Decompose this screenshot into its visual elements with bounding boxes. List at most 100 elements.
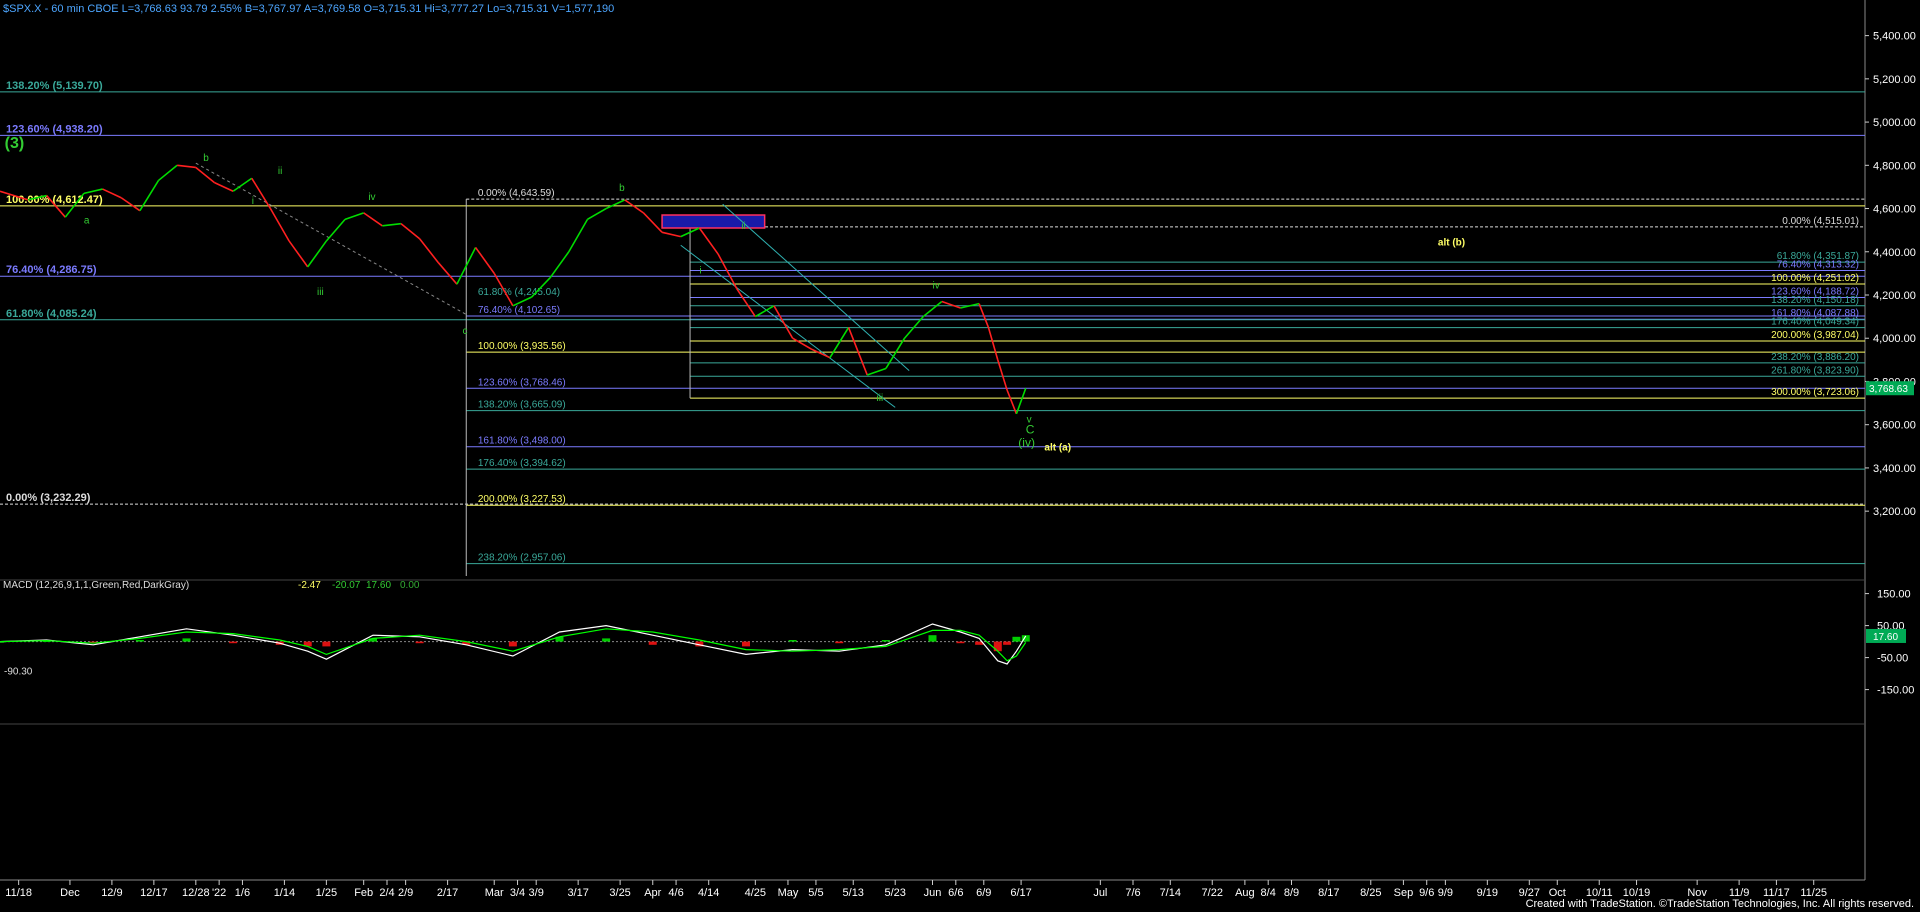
time-axis-tick-label: 5/5	[808, 887, 823, 899]
wave-label: ii	[741, 221, 745, 232]
fib-level-label: 300.00% (3,723.06)	[1771, 387, 1859, 398]
price-axis-tick-label: 4,600.00	[1873, 204, 1916, 216]
last-price-label: 3,768.63	[1869, 384, 1908, 395]
time-axis-tick-label: 1/25	[316, 887, 337, 899]
wave-label: alt (a)	[1044, 443, 1071, 454]
wave-label: a	[84, 216, 90, 227]
time-axis-tick-label: Feb	[354, 887, 373, 899]
channel-line-lower	[680, 244, 896, 408]
price-axis-tick-label: 4,400.00	[1873, 247, 1916, 259]
time-axis-tick-label: 4/14	[698, 887, 719, 899]
time-axis-tick-label: 8/4	[1261, 887, 1276, 899]
price-segment	[717, 253, 738, 289]
price-segment	[1015, 387, 1027, 415]
price-axis-tick-label: 4,200.00	[1873, 290, 1916, 302]
price-axis-tick-label: 4,800.00	[1873, 160, 1916, 172]
time-axis-tick-label: 6/17	[1010, 887, 1031, 899]
price-segment	[922, 300, 943, 318]
price-segment	[344, 212, 364, 221]
macd-title: MACD (12,26,9,1,1,Green,Red,DarkGray)	[3, 580, 189, 591]
time-axis-tick-label: 9/19	[1477, 887, 1498, 899]
time-axis-tick-label: Aug	[1235, 887, 1255, 899]
time-axis-tick-label: Jul	[1093, 887, 1107, 899]
trend-line-dashed	[195, 162, 467, 315]
fib-level-label: 123.60% (3,768.46)	[478, 377, 566, 388]
price-segment	[251, 177, 272, 209]
macd-axis-tick-label: 150.00	[1877, 589, 1911, 601]
time-axis-tick-label: 12/17	[140, 887, 168, 899]
spx-60min-chart[interactable]: 3,200.003,400.003,600.003,800.004,000.00…	[0, 0, 1920, 912]
fib-level-label: 0.00% (4,515.01)	[1782, 216, 1859, 227]
macd-histogram-bar	[415, 641, 424, 644]
time-axis-tick-label: 2/17	[437, 887, 458, 899]
fib-level-label: 138.20% (5,139.70)	[6, 80, 103, 92]
fib-level-label: 200.00% (3,227.53)	[478, 494, 566, 505]
price-segment	[941, 300, 961, 309]
time-axis-tick-label: '22	[212, 887, 226, 899]
price-segment	[568, 218, 589, 253]
time-axis-tick-label: 12/28	[182, 887, 210, 899]
price-segment	[474, 246, 495, 274]
channel-line-upper	[722, 203, 910, 372]
time-axis-tick-label: Dec	[60, 887, 80, 899]
time-axis-tick-label: 5/23	[884, 887, 905, 899]
wave-label: (3)	[5, 135, 25, 152]
time-axis-tick-label: 6/6	[948, 887, 963, 899]
wave-label: iv	[368, 192, 375, 203]
wave-label: c	[463, 326, 468, 337]
macd-histogram-bar	[956, 641, 965, 644]
price-segment	[866, 367, 887, 376]
price-segment	[987, 327, 999, 361]
time-axis-tick-label: May	[778, 887, 799, 899]
time-axis-tick-label: Apr	[644, 887, 661, 899]
price-axis-tick-label: 5,400.00	[1873, 31, 1916, 43]
time-axis-tick-label: 7/6	[1125, 887, 1140, 899]
price-axis-tick-label: 5,000.00	[1873, 117, 1916, 129]
time-axis-tick-label: 4/6	[668, 887, 683, 899]
time-axis-tick-label: 9/6	[1419, 887, 1434, 899]
fib-level-label: 76.40% (4,313.32)	[1777, 260, 1859, 271]
macd-histogram-bar	[322, 641, 331, 647]
fib-level-label: 238.20% (3,886.20)	[1771, 352, 1859, 363]
macd-histogram-bar	[1003, 641, 1012, 645]
macd-axis-tick-label: -50.00	[1877, 653, 1908, 665]
macd-min-label: -90.30	[4, 666, 33, 677]
wave-label: ii	[278, 166, 282, 177]
time-axis-tick-label: 1/14	[274, 887, 295, 899]
time-axis-tick-label: 8/25	[1360, 887, 1381, 899]
price-segment	[437, 262, 458, 285]
time-axis-tick-label: Jun	[924, 887, 942, 899]
price-segment	[325, 218, 346, 242]
macd-readout-value: 17.60	[366, 580, 391, 591]
fib-level-label: 0.00% (3,232.29)	[6, 492, 91, 504]
macd-histogram-bar	[182, 638, 191, 642]
price-segment	[698, 227, 719, 255]
price-segment	[363, 212, 383, 227]
time-axis-tick-label: 2/4	[379, 887, 394, 899]
price-segment	[232, 177, 253, 192]
macd-readout-value: -2.47	[298, 580, 321, 591]
fib-level-label: 161.80% (3,498.00)	[478, 436, 566, 447]
price-segment	[83, 188, 103, 195]
fib-level-label: 200.00% (3,987.04)	[1771, 330, 1859, 341]
target-box	[661, 214, 766, 229]
price-segment	[736, 288, 756, 318]
time-axis-tick-label: Mar	[485, 887, 504, 899]
price-segment	[829, 327, 850, 359]
price-axis-tick-label: 3,200.00	[1873, 506, 1916, 518]
price-segment	[810, 348, 831, 359]
time-axis-tick-label: 6/9	[976, 887, 991, 899]
price-segment	[978, 303, 990, 328]
macd-histogram-bar	[788, 640, 797, 642]
price-segment	[661, 231, 681, 238]
price-segment	[177, 164, 196, 169]
price-axis-tick-label: 3,400.00	[1873, 463, 1916, 475]
fib-level-label: 176.40% (4,049.34)	[1771, 317, 1859, 328]
price-segment	[587, 207, 607, 221]
time-axis-tick-label: 7/22	[1202, 887, 1223, 899]
fib-level-label: 176.40% (3,394.62)	[478, 458, 566, 469]
fib-level-label: 123.60% (4,938.20)	[6, 123, 103, 135]
macd-histogram-bar	[1012, 636, 1021, 642]
time-axis-tick-label: Sep	[1394, 887, 1414, 899]
macd-histogram-bar	[229, 641, 238, 644]
